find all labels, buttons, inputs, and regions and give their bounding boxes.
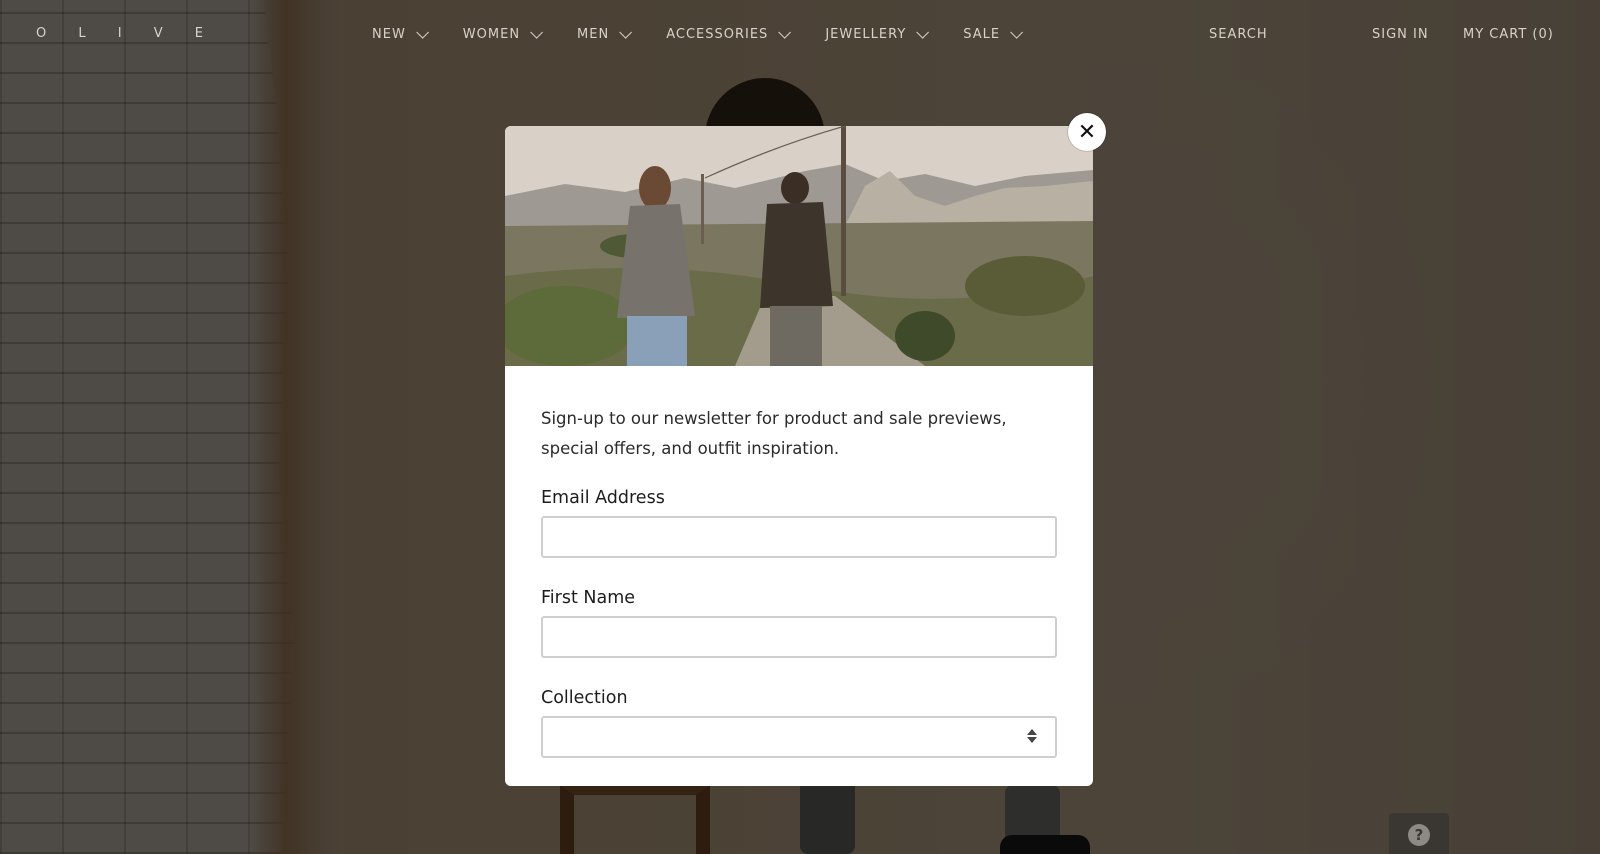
nav-item-women[interactable]: WOMEN [462,26,544,42]
first-name-field[interactable] [541,616,1057,658]
nav-item-jewellery[interactable]: JEWELLERY [825,26,930,42]
search-link[interactable]: SEARCH [1209,27,1268,42]
chevron-down-icon [778,26,792,39]
newsletter-modal: Sign-up to our newsletter for product an… [505,126,1093,786]
chevron-down-icon [530,26,544,39]
nav-item-accessories[interactable]: ACCESSORIES [666,26,792,42]
email-field[interactable] [541,516,1057,558]
help-widget-button[interactable]: ? [1389,813,1449,854]
first-name-label: First Name [541,588,636,608]
newsletter-intro-text: Sign-up to our newsletter for product an… [541,409,1007,458]
cart-link[interactable]: MY CART (0) [1463,27,1554,42]
select-arrows-icon [1027,729,1037,745]
nav-item-label: SALE [963,27,1001,42]
site-logo[interactable]: O L I V E [36,26,217,41]
help-icon: ? [1408,824,1430,846]
nav-item-sale[interactable]: SALE [963,26,1024,42]
close-icon: ✕ [1077,119,1097,145]
close-modal-button[interactable]: ✕ [1068,113,1106,151]
chevron-down-icon [1010,26,1024,39]
nav-item-men[interactable]: MEN [577,26,633,42]
nav-item-label: JEWELLERY [825,27,907,42]
nav-item-new[interactable]: NEW [372,26,429,42]
nav-item-label: WOMEN [462,27,521,42]
email-label: Email Address [541,488,665,508]
chevron-down-icon [916,26,930,39]
sign-in-link[interactable]: SIGN IN [1372,27,1429,42]
chevron-down-icon [416,26,429,39]
collection-label: Collection [541,688,628,708]
chevron-down-icon [619,26,633,39]
newsletter-form: Sign-up to our newsletter for product an… [505,366,1093,758]
main-nav: NEW WOMEN MEN ACCESSORIES JEWELLERY SALE [372,26,1057,42]
collection-select[interactable] [541,716,1057,758]
newsletter-hero-image [505,126,1093,366]
nav-item-label: MEN [577,27,610,42]
nav-item-label: NEW [372,27,406,42]
desert-couple-photo [505,126,1093,366]
site-header: O L I V E NEW WOMEN MEN ACCESSORIES JEWE… [0,0,1600,70]
nav-item-label: ACCESSORIES [666,27,769,42]
